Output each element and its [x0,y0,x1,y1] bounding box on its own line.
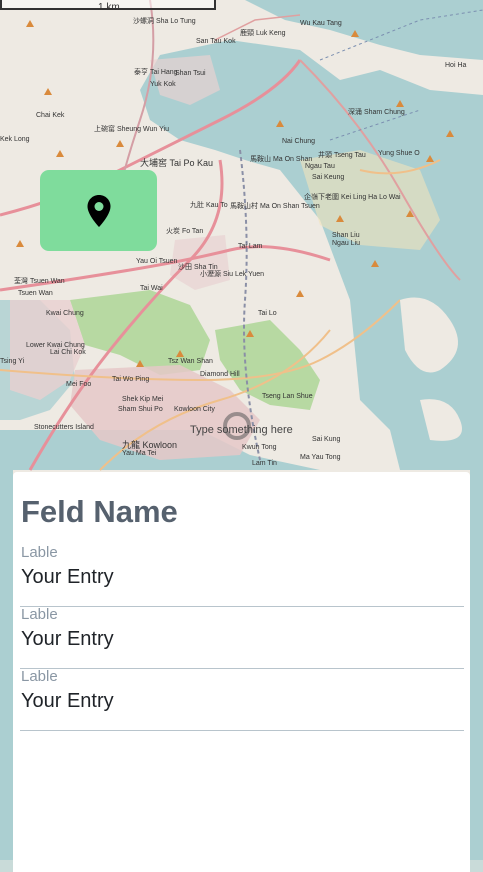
map-place-label: Ngau Tau [305,163,335,170]
form-field[interactable]: Lable Your Entry [20,544,464,607]
form-title: Feld Name [21,494,178,529]
map-place-label: Mei Foo [66,381,92,388]
map-place-label: 泰亨 Tai Hang [134,69,178,76]
field-input[interactable]: Your Entry [21,566,114,589]
form-field[interactable]: Lable Your Entry [20,668,464,731]
location-pin-button[interactable] [40,170,157,251]
map-place-label: Ngau Liu [332,240,361,247]
field-label: Lable [21,544,58,561]
map-place-label: Tseng Lan Shue [262,393,313,400]
map-place-label: Shek Kip Mei [122,396,164,403]
map-place-label: Yau Ma Tei [122,450,157,457]
map-place-label: Sai Keung [312,174,345,181]
map-place-label: Sai Kung [312,436,341,443]
map-place-label: Diamond Hill [200,371,240,378]
field-label: Lable [21,668,58,685]
map-center-hint: Type something here [190,424,293,436]
map-place-label: 大埔窖 Tai Po Kau [140,158,214,168]
form-sheet: Feld Name Lable Your Entry Lable Your En… [13,472,470,872]
map-place-label: 沙螺洞 Sha Lo Tung [133,18,196,25]
map-place-label: 荃灣 Tsuen Wan [14,278,65,285]
map-place-label: Lai Chi Kok [50,349,86,356]
map-place-label: Kek Long [0,136,30,143]
map-place-label: Tai Lam [238,243,263,250]
map-place-label: San Tau Kok [196,38,236,45]
map-place-label: 小瀝源 Siu Lek Yuen [200,271,265,278]
map-place-label: 井頭 Tseng Tau [318,152,366,159]
map-place-label: 馬鞍山 Ma On Shan [250,156,313,163]
map-place-label: Kwun Tong [242,444,277,451]
map-place-label: Hoi Ha [445,62,467,69]
map-place-label: Tai Wo Ping [112,376,150,383]
map-place-label: Lam Tin [252,460,277,467]
map-scale-label: 1 km [98,2,120,13]
map-place-label: 九肚 Kau To [190,202,228,209]
map-place-label: Tai Wai [140,285,163,292]
map-place-label: 馬鞍山村 Ma On Shan Tsuen [230,203,320,210]
map-place-label: Shan Tsui [175,70,206,77]
field-label: Lable [21,606,58,623]
form-field[interactable]: Lable Your Entry [20,606,464,669]
map-place-label: 深涌 Sham Chung [348,109,405,116]
map-pin-icon [87,194,110,227]
field-input[interactable]: Your Entry [21,628,114,651]
map-place-label: Shan Liu [332,232,360,239]
map-place-label: Lower Kwai Chung [26,342,85,349]
map-place-label: Yung Shue O [378,150,420,157]
map-place-label: Sham Shui Po [118,406,163,413]
map-place-label: Yau Oi Tsuen [136,258,178,265]
map-place-label: Tsing Yi [0,358,25,365]
map-place-label: Tsz Wan Shan [168,358,213,365]
map-place-label: Tsuen Wan [18,290,53,297]
map-place-label: Nai Chung [282,138,316,145]
map-place-label: Stonecutters Island [34,424,94,431]
map-place-label: 上碗窰 Sheung Wun Yiu [94,126,169,133]
map-place-label: Chai Kek [36,112,65,119]
map-place-label: 火炭 Fo Tan [166,228,204,235]
map-place-label: Tai Lo [258,310,277,317]
map-place-label: Ma Yau Tong [300,454,341,461]
map-place-label: Kowloon City [174,406,215,413]
map-place-label: Wu Kau Tang [300,20,342,27]
map-place-label: 鹿頸 Luk Keng [240,30,286,37]
map-place-label: Yuk Kok [150,81,176,88]
field-input[interactable]: Your Entry [21,690,114,713]
map-place-label: Kwai Chung [46,310,84,317]
